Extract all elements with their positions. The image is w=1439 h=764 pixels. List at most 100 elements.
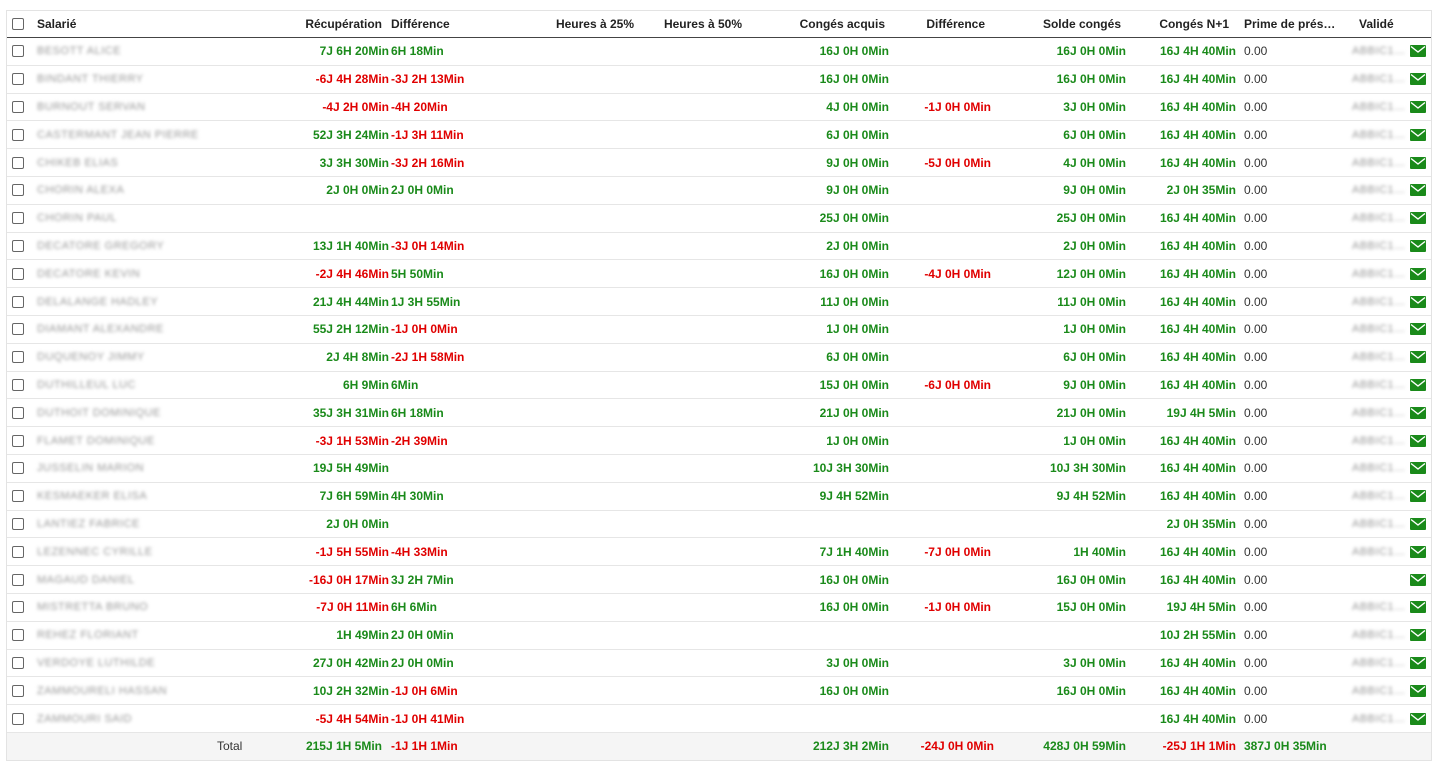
row-checkbox[interactable]	[12, 239, 24, 252]
header-heures-50[interactable]: Heures à 50%	[637, 11, 742, 37]
table-row[interactable]: DELALANGE HADLEY 21J 4H 44Min 1J 3H 55Min 1…	[7, 288, 1431, 316]
table-row[interactable]: MISTRETTA BRUNO -7J 0H 11Min 6H 6Min 16J 0H…	[7, 594, 1431, 622]
table-row[interactable]: ZAMMOURI SAID -5J 4H 54Min -1J 0H 41Min 16J…	[7, 705, 1431, 733]
envelope-icon[interactable]	[1407, 233, 1429, 260]
header-salarie[interactable]: Salarié	[37, 11, 187, 37]
envelope-icon[interactable]	[1407, 344, 1429, 371]
employee-name[interactable]: VERDOYE LUTHILDE	[37, 650, 207, 677]
table-row[interactable]: VERDOYE LUTHILDE 27J 0H 42Min 2J 0H 0Min 3J…	[7, 650, 1431, 678]
table-row[interactable]: MAGAUD DANIEL -16J 0H 17Min 3J 2H 7Min 16J …	[7, 566, 1431, 594]
envelope-icon[interactable]	[1407, 538, 1429, 565]
envelope-icon[interactable]	[1407, 455, 1429, 482]
row-checkbox[interactable]	[12, 128, 24, 141]
row-checkbox[interactable]	[12, 545, 24, 558]
row-checkbox[interactable]	[12, 267, 24, 280]
row-checkbox[interactable]	[12, 45, 24, 58]
envelope-icon[interactable]	[1407, 372, 1429, 399]
header-difference[interactable]: Différence	[391, 11, 501, 37]
row-checkbox[interactable]	[12, 156, 24, 169]
envelope-icon[interactable]	[1407, 650, 1429, 677]
row-checkbox[interactable]	[12, 295, 24, 308]
table-row[interactable]: FLAMET DOMINIQUE -3J 1H 53Min -2H 39Min 1J …	[7, 427, 1431, 455]
employee-name[interactable]: DUTHILLEUL LUC	[37, 372, 207, 399]
row-checkbox[interactable]	[12, 212, 24, 225]
table-row[interactable]: BESOTT ALICE 7J 6H 20Min 6H 18Min 16J 0H 0M…	[7, 38, 1431, 66]
employee-name[interactable]: MAGAUD DANIEL	[37, 566, 207, 593]
envelope-icon[interactable]	[1407, 399, 1429, 426]
table-row[interactable]: DECATORE GREGORY 13J 1H 40Min -3J 0H 14Min…	[7, 233, 1431, 261]
row-checkbox[interactable]	[12, 73, 24, 86]
employee-name[interactable]: REHEZ FLORIANT	[37, 622, 207, 649]
employee-name[interactable]: LEZENNEC CYRILLE	[37, 538, 207, 565]
header-conges-n1[interactable]: Congés N+1	[1127, 11, 1229, 37]
row-checkbox[interactable]	[12, 351, 24, 364]
table-row[interactable]: CHORIN ALEXA 2J 0H 0Min 2J 0H 0Min 9J 0H 0M…	[7, 177, 1431, 205]
employee-name[interactable]: CHORIN PAUL	[37, 205, 207, 232]
header-heures-25[interactable]: Heures à 25%	[527, 11, 634, 37]
employee-name[interactable]: DIAMANT ALEXANDRE	[37, 316, 207, 343]
row-checkbox[interactable]	[12, 462, 24, 475]
row-checkbox[interactable]	[12, 490, 24, 503]
envelope-icon[interactable]	[1407, 94, 1429, 121]
envelope-icon[interactable]	[1407, 149, 1429, 176]
envelope-icon[interactable]	[1407, 205, 1429, 232]
header-recuperation[interactable]: Récupération	[277, 11, 382, 37]
employee-name[interactable]: ZAMMOURELI HASSAN	[37, 677, 207, 704]
table-row[interactable]: DUQUENOY JIMMY 2J 4H 8Min -2J 1H 58Min 6J 0…	[7, 344, 1431, 372]
envelope-icon[interactable]	[1407, 511, 1429, 538]
select-all-checkbox[interactable]	[12, 18, 24, 30]
envelope-icon[interactable]	[1407, 427, 1429, 454]
table-row[interactable]: ZAMMOURELI HASSAN 10J 2H 32Min -1J 0H 6Min…	[7, 677, 1431, 706]
envelope-icon[interactable]	[1407, 260, 1429, 287]
table-row[interactable]: DECATORE KEVIN -2J 4H 46Min 5H 50Min 16J 0H…	[7, 260, 1431, 289]
table-row[interactable]: JUSSELIN MARION 19J 5H 49Min 10J 3H 30Min 1…	[7, 455, 1431, 483]
employee-name[interactable]: DELALANGE HADLEY	[37, 288, 207, 315]
row-checkbox[interactable]	[12, 712, 24, 725]
employee-name[interactable]: DUTHOIT DOMINIQUE	[37, 399, 207, 426]
row-checkbox[interactable]	[12, 517, 24, 530]
envelope-icon[interactable]	[1407, 566, 1429, 593]
header-difference-conges[interactable]: Différence	[887, 11, 985, 37]
employee-name[interactable]: CASTERMANT JEAN PIERRE	[37, 121, 207, 148]
table-row[interactable]: BURNOUT SERVAN -4J 2H 0Min -4H 20Min 4J 0H …	[7, 94, 1431, 122]
table-row[interactable]: DUTHILLEUL LUC 6H 9Min 6Min 15J 0H 0Min -6J …	[7, 372, 1431, 400]
row-checkbox[interactable]	[12, 184, 24, 197]
employee-name[interactable]: LANTIEZ FABRICE	[37, 511, 207, 538]
envelope-icon[interactable]	[1407, 288, 1429, 315]
row-checkbox[interactable]	[12, 573, 24, 586]
row-checkbox[interactable]	[12, 100, 24, 113]
envelope-icon[interactable]	[1407, 66, 1429, 93]
employee-name[interactable]: KESMAEKER ELISA	[37, 483, 207, 510]
table-row[interactable]: LANTIEZ FABRICE 2J 0H 0Min 2J 0H 35Min 0.00…	[7, 511, 1431, 539]
envelope-icon[interactable]	[1407, 121, 1429, 148]
employee-name[interactable]: FLAMET DOMINIQUE	[37, 427, 207, 454]
employee-name[interactable]: MISTRETTA BRUNO	[37, 594, 207, 621]
envelope-icon[interactable]	[1407, 483, 1429, 510]
row-checkbox[interactable]	[12, 656, 24, 669]
row-checkbox[interactable]	[12, 684, 24, 697]
employee-name[interactable]: JUSSELIN MARION	[37, 455, 207, 482]
table-row[interactable]: REHEZ FLORIANT 1H 49Min 2J 0H 0Min 10J 2H 5…	[7, 622, 1431, 650]
table-row[interactable]: DUTHOIT DOMINIQUE 35J 3H 31Min 6H 18Min 21J…	[7, 399, 1431, 428]
table-row[interactable]: KESMAEKER ELISA 7J 6H 59Min 4H 30Min 9J 4H …	[7, 483, 1431, 511]
row-checkbox[interactable]	[12, 629, 24, 642]
employee-name[interactable]: DECATORE KEVIN	[37, 260, 207, 287]
table-row[interactable]: CHIKEB ELIAS 3J 3H 30Min -3J 2H 16Min 9J 0H…	[7, 149, 1431, 177]
employee-name[interactable]: BINDANT THIERRY	[37, 66, 207, 93]
employee-name[interactable]: DECATORE GREGORY	[37, 233, 207, 260]
row-checkbox[interactable]	[12, 434, 24, 447]
employee-name[interactable]: BESOTT ALICE	[37, 38, 207, 65]
envelope-icon[interactable]	[1407, 705, 1429, 732]
envelope-icon[interactable]	[1407, 316, 1429, 343]
header-prime[interactable]: Prime de prés…	[1244, 11, 1342, 37]
row-checkbox[interactable]	[12, 601, 24, 614]
row-checkbox[interactable]	[12, 406, 24, 419]
table-row[interactable]: CHORIN PAUL 25J 0H 0Min 25J 0H 0Min 16J 4H …	[7, 205, 1431, 233]
header-conges-acquis[interactable]: Congés acquis	[767, 11, 885, 37]
row-checkbox[interactable]	[12, 378, 24, 391]
employee-name[interactable]: BURNOUT SERVAN	[37, 94, 207, 121]
envelope-icon[interactable]	[1407, 594, 1429, 621]
employee-name[interactable]: DUQUENOY JIMMY	[37, 344, 207, 371]
envelope-icon[interactable]	[1407, 677, 1429, 704]
table-row[interactable]: BINDANT THIERRY -6J 4H 28Min -3J 2H 13Min 1…	[7, 66, 1431, 94]
